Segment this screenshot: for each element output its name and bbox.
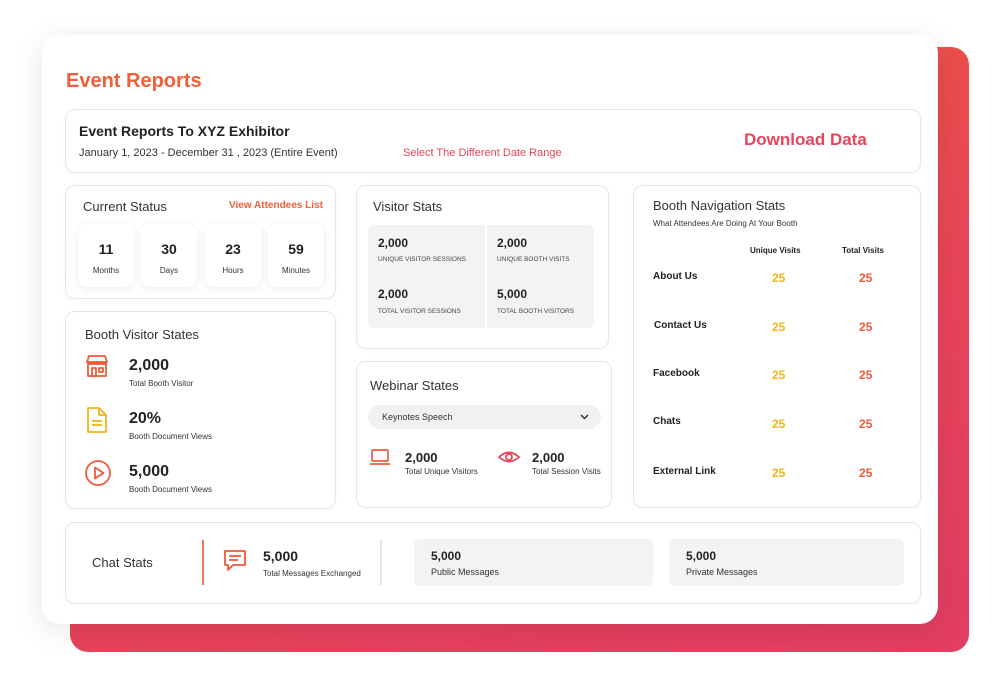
countdown-tile-hours: 23 Hours [205, 223, 261, 287]
webinar-label-0: Total Unique Visitors [405, 467, 478, 476]
visitor-stat-label-1: UNIQUE BOOTH VISITS [497, 256, 570, 263]
nav-row-unique-1: 25 [772, 320, 786, 334]
nav-row-unique-3: 25 [772, 417, 786, 431]
webinar-panel: Webinar States Keynotes Speech 2,000 Tot… [356, 361, 612, 508]
tile-label: Days [159, 266, 179, 275]
nav-row-label-2: Facebook [653, 368, 700, 379]
public-messages-value: 5,000 [431, 549, 462, 563]
visitor-stats-panel: Visitor Stats 2,000 UNIQUE VISITOR SESSI… [356, 185, 609, 349]
laptop-icon [369, 448, 391, 466]
countdown-tile-days: 30 Days [141, 223, 197, 287]
tile-value: 11 [98, 241, 114, 257]
nav-row-total-4: 25 [859, 466, 873, 480]
document-icon [84, 406, 110, 434]
nav-row-unique-2: 25 [772, 368, 786, 382]
public-messages-card: 5,000 Public Messages [414, 539, 653, 586]
visitor-stat-label-0: UNIQUE VISITOR SESSIONS [378, 256, 467, 263]
visitor-stat-value-0: 2,000 [378, 236, 409, 250]
chat-stats-panel: Chat Stats 5,000 Total Messages Exchange… [65, 522, 921, 604]
col-header-total: Total Visits [842, 246, 884, 255]
booth-visitor-title: Booth Visitor States [85, 327, 199, 342]
visitor-stat-label-3: TOTAL BOOTH VISITORS [497, 308, 575, 315]
nav-row-total-2: 25 [859, 368, 873, 382]
tile-value: 23 [225, 241, 241, 257]
booth-visitor-value-1: 20% [129, 410, 162, 427]
report-heading: Event Reports To XYZ Exhibitor [79, 123, 290, 139]
visitor-stat-label-2: TOTAL VISITOR SESSIONS [378, 308, 461, 315]
view-attendees-link[interactable]: View Attendees List [229, 200, 323, 211]
nav-row-label-1: Contact Us [654, 320, 707, 331]
chat-bubble-icon [223, 548, 247, 572]
store-icon [84, 353, 110, 379]
page-title: Event Reports [66, 70, 202, 92]
nav-row-total-3: 25 [859, 417, 873, 431]
webinar-title: Webinar States [370, 378, 459, 393]
tile-label: Hours [222, 266, 244, 275]
play-icon [84, 459, 112, 487]
visitor-stat-value-1: 2,000 [497, 236, 528, 250]
tile-label: Months [92, 266, 120, 275]
tile-value: 59 [288, 241, 304, 257]
divider-left [202, 540, 204, 585]
booth-nav-subtitle: What Attendees Are Doing At Your Booth [653, 219, 798, 228]
booth-visitor-panel: Booth Visitor States 2,000 Total Booth V… [65, 311, 336, 509]
grid-divider [485, 225, 487, 328]
nav-row-total-0: 25 [859, 271, 873, 285]
tile-label: Minutes [281, 266, 310, 275]
chat-total-label: Total Messages Exchanged [263, 569, 361, 578]
countdown-tile-minutes: 59 Minutes [268, 223, 324, 287]
header-panel: Event Reports To XYZ Exhibitor January 1… [65, 109, 921, 173]
download-data-button[interactable]: Download Data [744, 130, 867, 150]
nav-row-label-0: About Us [653, 271, 698, 282]
booth-visitor-label-2: Booth Document Views [129, 485, 213, 494]
nav-row-unique-4: 25 [772, 466, 786, 480]
current-status-panel: Current Status View Attendees List 11 Mo… [65, 185, 336, 299]
private-messages-value: 5,000 [686, 549, 717, 563]
chevron-down-icon [580, 413, 589, 421]
visitor-stat-value-2: 2,000 [378, 287, 409, 301]
webinar-select[interactable]: Keynotes Speech [368, 405, 601, 429]
webinar-value-0: 2,000 [405, 450, 438, 465]
eye-icon [498, 448, 520, 466]
booth-visitor-label-0: Total Booth Visitor [129, 379, 194, 388]
chat-stats-title: Chat Stats [92, 555, 153, 570]
private-messages-card: 5,000 Private Messages [669, 539, 904, 586]
booth-nav-panel: Booth Navigation Stats What Attendees Ar… [633, 185, 921, 508]
visitor-stats-title: Visitor Stats [373, 199, 443, 214]
private-messages-label: Private Messages [686, 567, 758, 577]
nav-row-label-3: Chats [653, 416, 681, 427]
nav-row-unique-0: 25 [772, 271, 786, 285]
webinar-label-1: Total Session Visits [532, 467, 601, 476]
booth-nav-title: Booth Navigation Stats [653, 198, 786, 213]
nav-row-label-4: External Link [653, 466, 716, 477]
current-status-title: Current Status [83, 199, 167, 214]
public-messages-label: Public Messages [431, 567, 500, 577]
col-header-unique: Unique Visits [750, 246, 801, 255]
visitor-stat-value-3: 5,000 [497, 287, 528, 301]
date-range-text: January 1, 2023 - December 31 , 2023 (En… [79, 147, 338, 159]
webinar-value-1: 2,000 [532, 450, 565, 465]
visitor-stats-grid: 2,000 UNIQUE VISITOR SESSIONS 2,000 UNIQ… [368, 225, 594, 328]
booth-visitor-value-2: 5,000 [129, 463, 170, 480]
nav-row-total-1: 25 [859, 320, 873, 334]
tile-value: 30 [161, 241, 177, 257]
select-date-range-link[interactable]: Select The Different Date Range [403, 147, 562, 159]
divider-right [380, 540, 382, 585]
countdown-tile-months: 11 Months [78, 223, 134, 287]
booth-visitor-value-0: 2,000 [129, 357, 170, 374]
chat-total-value: 5,000 [263, 548, 299, 564]
webinar-select-value: Keynotes Speech [382, 412, 453, 422]
booth-visitor-label-1: Booth Document Views [129, 432, 213, 441]
